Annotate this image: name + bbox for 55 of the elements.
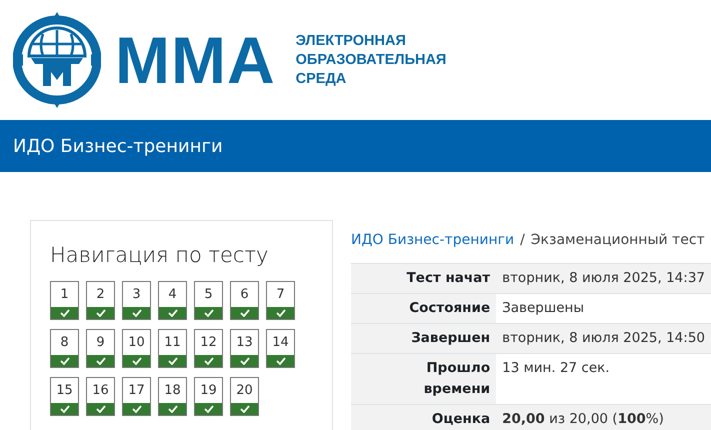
- breadcrumb-link[interactable]: ИДО Бизнес-тренинги: [351, 232, 514, 248]
- check-icon: [132, 357, 142, 365]
- brand-name: ММА: [115, 27, 276, 93]
- check-icon: [204, 309, 214, 317]
- check-icon: [60, 405, 70, 413]
- summary-label: Состояние: [351, 294, 496, 324]
- check-icon: [168, 357, 178, 365]
- question-button[interactable]: 6: [230, 281, 259, 320]
- check-icon: [276, 309, 286, 317]
- question-button[interactable]: 13: [230, 329, 259, 368]
- check-icon: [96, 357, 106, 365]
- check-icon: [240, 357, 250, 365]
- summary-label: Оценка: [351, 404, 496, 430]
- check-icon: [276, 357, 286, 365]
- check-icon: [132, 405, 142, 413]
- summary-label: Завершен: [351, 324, 496, 354]
- question-button[interactable]: 16: [86, 377, 115, 416]
- question-button[interactable]: 18: [158, 377, 187, 416]
- question-button[interactable]: 4: [158, 281, 187, 320]
- course-title: ИДО Бизнес-тренинги: [13, 136, 223, 156]
- question-button[interactable]: 2: [86, 281, 115, 320]
- check-icon: [240, 309, 250, 317]
- check-icon: [168, 309, 178, 317]
- question-button[interactable]: 15: [50, 377, 79, 416]
- question-button[interactable]: 3: [122, 281, 151, 320]
- breadcrumb-current: Экзаменационный тест: [530, 232, 705, 248]
- summary-label: Прошло времени: [351, 354, 496, 404]
- question-button[interactable]: 20: [230, 377, 259, 416]
- summary-value: 20,00 из 20,00 (100%): [496, 404, 711, 430]
- question-button[interactable]: 1: [50, 281, 79, 320]
- question-button[interactable]: 14: [266, 329, 295, 368]
- question-button[interactable]: 12: [194, 329, 223, 368]
- check-icon: [96, 309, 106, 317]
- check-icon: [240, 405, 250, 413]
- check-icon: [132, 309, 142, 317]
- check-icon: [204, 405, 214, 413]
- question-button[interactable]: 7: [266, 281, 295, 320]
- summary-value: вторник, 8 июля 2025, 14:50: [496, 324, 711, 354]
- summary-label: Тест начат: [351, 264, 496, 294]
- question-button[interactable]: 9: [86, 329, 115, 368]
- breadcrumb-separator: /: [520, 232, 525, 248]
- check-icon: [96, 405, 106, 413]
- check-icon: [60, 309, 70, 317]
- question-button[interactable]: 17: [122, 377, 151, 416]
- card-title: Навигация по тесту: [50, 243, 270, 267]
- tagline: ЭЛЕКТРОННАЯ ОБРАЗОВАТЕЛЬНАЯ СРЕДА: [296, 32, 446, 88]
- check-icon: [168, 405, 178, 413]
- question-button[interactable]: 19: [194, 377, 223, 416]
- summary-value: вторник, 8 июля 2025, 14:37: [496, 264, 711, 294]
- question-button[interactable]: 5: [194, 281, 223, 320]
- question-button[interactable]: 8: [50, 329, 79, 368]
- check-icon: [204, 357, 214, 365]
- question-button[interactable]: 10: [122, 329, 151, 368]
- question-button[interactable]: 11: [158, 329, 187, 368]
- check-icon: [60, 357, 70, 365]
